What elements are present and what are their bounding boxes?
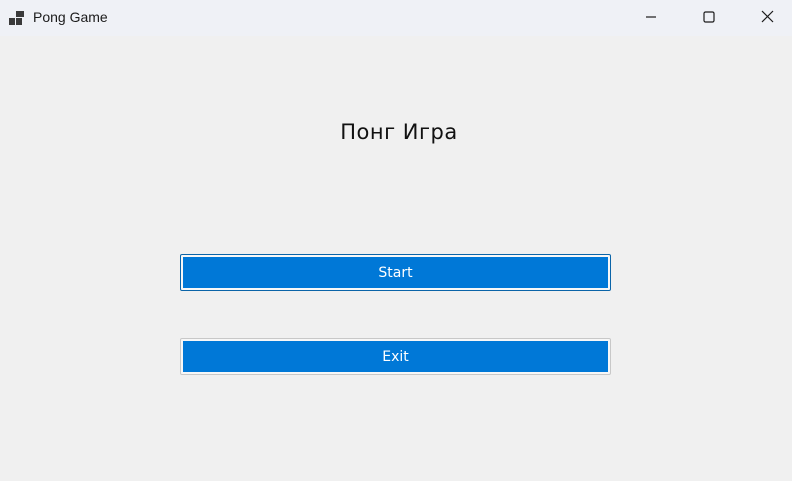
maximize-icon bbox=[703, 8, 715, 27]
window-title: Pong Game bbox=[33, 9, 108, 25]
maximize-button[interactable] bbox=[680, 0, 738, 34]
exit-button[interactable]: Exit bbox=[180, 338, 611, 375]
exit-button-label: Exit bbox=[183, 341, 608, 372]
close-icon bbox=[761, 8, 774, 27]
minimize-button[interactable] bbox=[622, 0, 680, 34]
app-window-icon bbox=[9, 10, 25, 25]
title-bar[interactable]: Pong Game bbox=[0, 0, 792, 36]
main-window: Pong Game Понг Игра Start Exit bbox=[0, 0, 792, 481]
page-title: Понг Игра bbox=[340, 120, 458, 144]
minimize-icon bbox=[645, 8, 657, 27]
start-button[interactable]: Start bbox=[180, 254, 611, 291]
start-button-label: Start bbox=[183, 257, 608, 288]
close-button[interactable] bbox=[738, 0, 792, 34]
